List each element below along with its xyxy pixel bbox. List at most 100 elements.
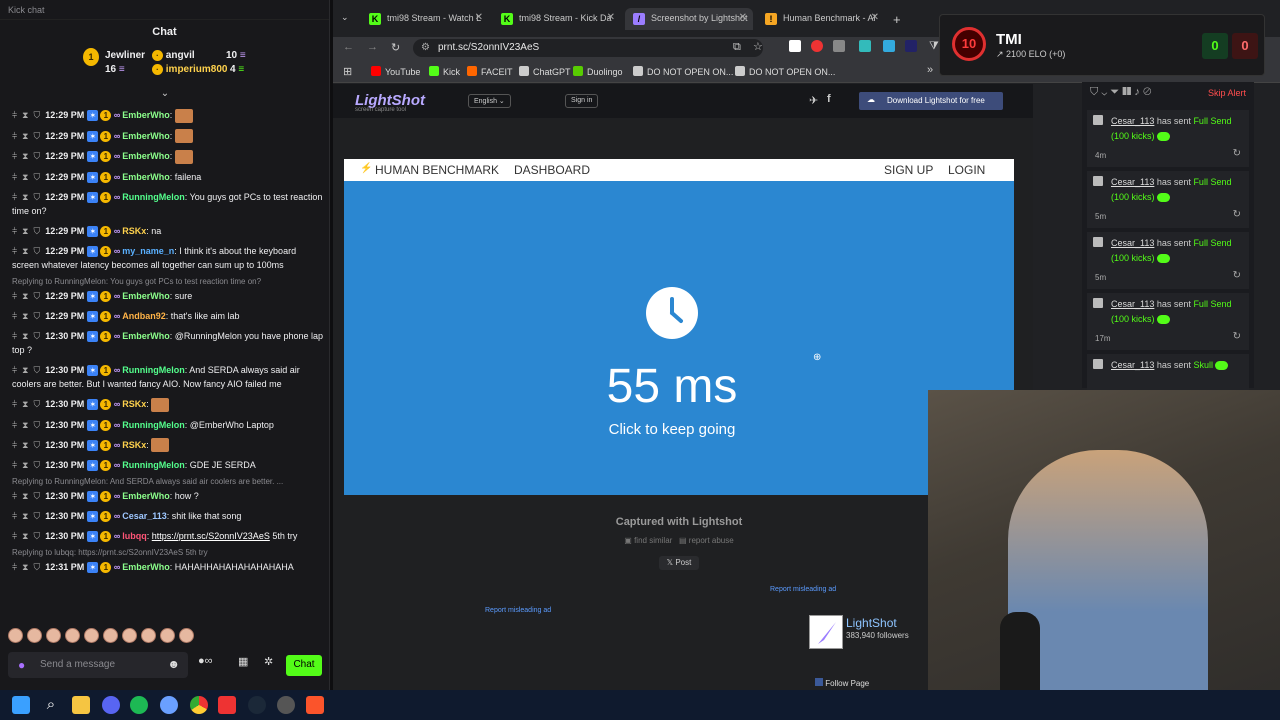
chevron-down-icon[interactable]: ⌄: [1101, 86, 1107, 98]
app-icon[interactable]: [277, 696, 295, 714]
shield-icon[interactable]: ⛉: [34, 172, 41, 182]
pin-icon[interactable]: ⫩: [12, 399, 17, 409]
download-button[interactable]: ☁ Download Lightshot for free: [859, 92, 1003, 110]
pin-icon[interactable]: ⫩: [12, 131, 17, 141]
windows-start-icon[interactable]: [12, 696, 30, 714]
mute-icon[interactable]: ⊘: [1143, 86, 1151, 98]
message-username[interactable]: EmberWho: [122, 110, 170, 120]
message-username[interactable]: RunningMelon: [122, 420, 185, 430]
message-username[interactable]: EmberWho: [122, 331, 170, 341]
alert-user[interactable]: Cesar_113: [1111, 360, 1154, 370]
extension-icon[interactable]: [789, 40, 801, 52]
chat-message[interactable]: ⫩ ⧗ ⛉ 12:29 PM ✶ 1 ∞ RSKx: na: [0, 221, 330, 241]
sign-in-button[interactable]: Sign in: [565, 94, 599, 108]
shield-icon[interactable]: ⛉: [34, 420, 41, 430]
emote-icon[interactable]: [141, 628, 156, 643]
pin-icon[interactable]: ⫩: [12, 246, 17, 256]
message-username[interactable]: lubqq: [122, 531, 147, 541]
x-post-button[interactable]: 𝕏 Post: [659, 556, 699, 570]
pin-icon[interactable]: ⫩: [12, 172, 17, 182]
hourglass-icon[interactable]: ⧗: [22, 192, 28, 202]
follow-page-button[interactable]: Follow Page: [815, 678, 869, 688]
site-info-icon[interactable]: ⚙: [421, 42, 430, 53]
shield-icon[interactable]: ⛉: [1090, 86, 1098, 98]
chat-message[interactable]: ⫩ ⧗ ⛉ 12:29 PM ✶ 1 ∞ EmberWho: sure: [0, 286, 330, 306]
emote-icon[interactable]: [160, 628, 175, 643]
bookmark-star-icon[interactable]: ☆: [753, 40, 763, 53]
settings-icon[interactable]: ✲: [264, 655, 273, 676]
extension-icon[interactable]: [859, 40, 871, 52]
emote-icon[interactable]: [103, 628, 118, 643]
address-field[interactable]: ⚙ prnt.sc/S2onnIV23AeS: [413, 39, 763, 57]
chat-message[interactable]: ⫩ ⧗ ⛉ 12:30 PM ✶ 1 ∞ EmberWho: @RunningMelon y…: [0, 326, 330, 360]
close-tab-icon[interactable]: ✕: [475, 12, 483, 23]
pause-icon[interactable]: ❚❚: [1122, 86, 1131, 98]
shield-icon[interactable]: ⛉: [34, 399, 41, 409]
hourglass-icon[interactable]: ⧗: [22, 491, 28, 501]
extension-icon[interactable]: [905, 40, 917, 52]
emote-icon[interactable]: [84, 628, 99, 643]
lightshot-logo[interactable]: LightShot screen capture tool: [355, 92, 425, 113]
chat-message[interactable]: ⫩ ⧗ ⛉ 12:30 PM ✶ 1 ∞ RSKx:: [0, 394, 330, 415]
pin-icon[interactable]: ⫩: [12, 491, 17, 501]
app-icon[interactable]: [218, 696, 236, 714]
hourglass-icon[interactable]: ⧗: [22, 331, 28, 341]
shield-icon[interactable]: ⛉: [34, 192, 41, 202]
alert-user[interactable]: Cesar_113: [1111, 299, 1154, 309]
message-username[interactable]: EmberWho: [122, 562, 170, 572]
microphone-icon[interactable]: ●: [18, 658, 25, 672]
bookmark-item[interactable]: YouTube: [371, 66, 420, 77]
browser-tab[interactable]: / Screenshot by Lightshot ✕: [625, 8, 753, 30]
kick-alert[interactable]: Cesar_113 has sent Full Send (100 kicks)…: [1087, 232, 1249, 289]
message-username[interactable]: RunningMelon: [122, 460, 185, 470]
replay-icon[interactable]: ↻: [1233, 146, 1241, 161]
facebook-icon[interactable]: f: [827, 93, 831, 105]
alert-user[interactable]: Cesar_113: [1111, 116, 1154, 126]
chat-message[interactable]: ⫩ ⧗ ⛉ 12:29 PM ✶ 1 ∞ Andban92: that's like aim…: [0, 306, 330, 326]
pin-icon[interactable]: ⫩: [12, 365, 17, 375]
filter-icon[interactable]: ⏷: [1110, 86, 1119, 98]
hourglass-icon[interactable]: ⧗: [22, 226, 28, 236]
kick-alert[interactable]: Cesar_113 has sent Full Send (100 kicks)…: [1087, 293, 1249, 350]
chat-message[interactable]: ⫩ ⧗ ⛉ 12:29 PM ✶ 1 ∞ EmberWho:: [0, 105, 330, 126]
steam-icon[interactable]: [248, 696, 266, 714]
file-explorer-icon[interactable]: [72, 696, 90, 714]
shield-icon[interactable]: ⛉: [34, 365, 41, 375]
shield-icon[interactable]: ⛉: [34, 331, 41, 341]
chat-message[interactable]: ⫩ ⧗ ⛉ 12:30 PM ✶ 1 ∞ lubqq: https://prnt.sc/S2…: [0, 526, 330, 546]
message-username[interactable]: Andban92: [122, 311, 166, 321]
extensions-puzzle-icon[interactable]: ⧩: [929, 40, 939, 53]
pin-icon[interactable]: ⫩: [12, 151, 17, 161]
hourglass-icon[interactable]: ⧗: [22, 246, 28, 256]
pin-icon[interactable]: ⫩: [12, 226, 17, 236]
hourglass-icon[interactable]: ⧗: [22, 151, 28, 161]
message-username[interactable]: RSKx: [122, 399, 146, 409]
hourglass-icon[interactable]: ⧗: [22, 440, 28, 450]
browser-tab[interactable]: Ktmi98 Stream - Kick Da ✕: [493, 8, 621, 30]
expand-chevron-icon[interactable]: ⌄: [0, 88, 330, 99]
message-username[interactable]: EmberWho: [122, 291, 170, 301]
hourglass-icon[interactable]: ⧗: [22, 511, 28, 521]
skip-alert-button[interactable]: Skip Alert: [1208, 88, 1246, 98]
kick-alert[interactable]: Cesar_113 has sent Full Send (100 kicks)…: [1087, 110, 1249, 167]
pin-icon[interactable]: ⫩: [12, 110, 17, 120]
leader-name[interactable]: angvil: [166, 50, 195, 61]
bookmark-item[interactable]: FACEIT: [467, 66, 513, 77]
chat-message[interactable]: ⫩ ⧗ ⛉ 12:30 PM ✶ 1 ∞ RSKx:: [0, 435, 330, 456]
emote-icon[interactable]: [27, 628, 42, 643]
message-username[interactable]: RSKx: [122, 226, 146, 236]
pin-icon[interactable]: ⫩: [12, 291, 17, 301]
extension-icon[interactable]: [833, 40, 845, 52]
tab-list-chevron-icon[interactable]: ⌄: [341, 12, 349, 23]
brave-icon[interactable]: [306, 696, 324, 714]
replay-icon[interactable]: ↻: [1233, 329, 1241, 344]
language-select[interactable]: English ⌄: [468, 94, 511, 108]
alert-user[interactable]: Cesar_113: [1111, 177, 1154, 187]
apps-grid-icon[interactable]: ⊞: [343, 65, 352, 78]
emoji-icon[interactable]: ☻: [167, 657, 180, 671]
chat-message[interactable]: ⫩ ⧗ ⛉ 12:30 PM ✶ 1 ∞ Cesar_113: shit like that…: [0, 506, 330, 526]
shield-icon[interactable]: ⛉: [34, 246, 41, 256]
bookmark-item[interactable]: DO NOT OPEN ON...: [735, 66, 835, 77]
hourglass-icon[interactable]: ⧗: [22, 562, 28, 572]
search-icon[interactable]: ⌕: [42, 696, 60, 714]
